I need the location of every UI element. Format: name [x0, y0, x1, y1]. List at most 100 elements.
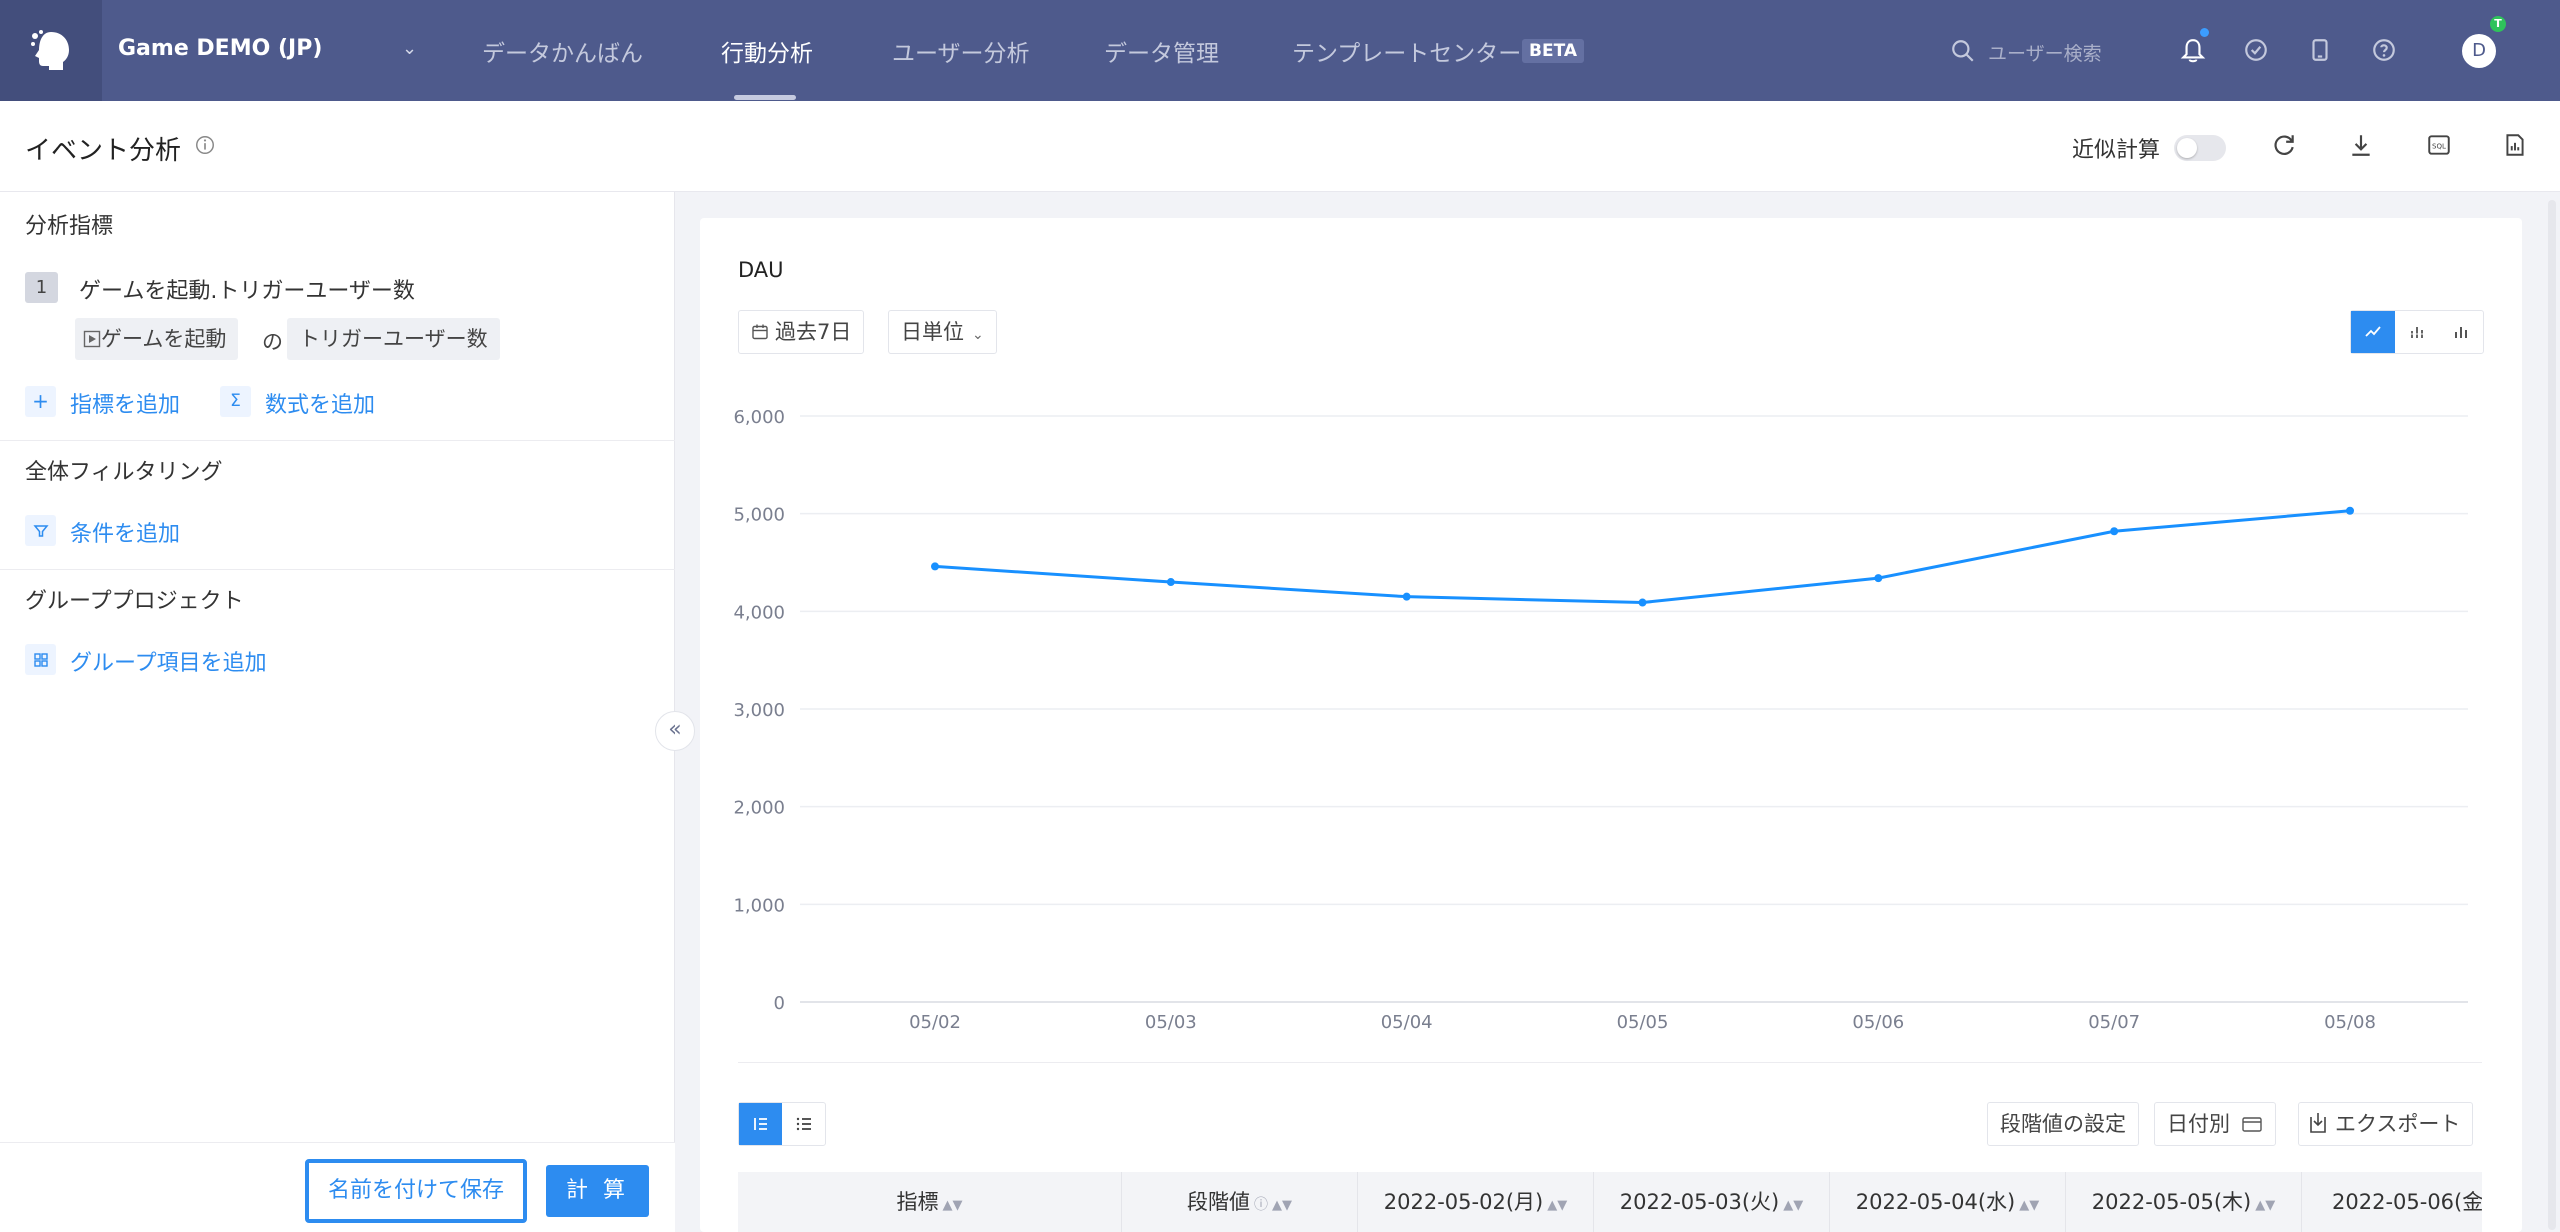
event-chip[interactable]: ゲームを起動 — [75, 318, 239, 360]
date-range-label: 過去7日 — [775, 320, 852, 344]
metric-index-badge: 1 — [25, 272, 58, 303]
add-condition-link[interactable]: 条件を追加 — [70, 516, 180, 548]
sort-icon[interactable]: ▲▼ — [1272, 1198, 1292, 1213]
check-circle-icon[interactable] — [2243, 37, 2269, 63]
table-header-threshold[interactable]: 段階値 ⓘ ▲▼ — [1122, 1172, 1358, 1232]
user-search-input[interactable]: ユーザー検索 — [1988, 39, 2102, 66]
tab-behavior-analysis[interactable]: 行動分析 — [721, 34, 813, 68]
help-icon[interactable] — [2371, 37, 2397, 63]
x-tick-label: 05/06 — [1852, 1012, 1904, 1033]
header-label: 指標 — [896, 1190, 939, 1214]
table-header-date[interactable]: 2022-05-02(月) ▲▼ — [1358, 1172, 1594, 1232]
data-point — [2110, 527, 2119, 536]
calendar-icon — [752, 324, 768, 340]
x-tick-label: 05/07 — [2088, 1012, 2140, 1033]
search-icon[interactable] — [1950, 38, 1976, 64]
y-tick-label: 1,000 — [733, 895, 785, 916]
collapse-panel-icon[interactable]: « — [655, 711, 695, 751]
table-header-row: 指標 ▲▼ 段階値 ⓘ ▲▼ 2022-05-02(月) ▲▼ 2022-05-03(火… — [738, 1172, 2482, 1232]
avatar-badge: T — [2490, 16, 2506, 32]
table-header-date[interactable]: 2022-05-05(木) ▲▼ — [2066, 1172, 2302, 1232]
avatar[interactable]: D — [2462, 34, 2496, 68]
data-point — [931, 562, 939, 571]
bar-chart-icon[interactable] — [2439, 311, 2483, 353]
filter-icon[interactable] — [25, 515, 56, 546]
analysis-card: DAU 過去7日 日単位 ⌄ 6,000 5,000 4,000 3,000 2,000 1… — [700, 218, 2522, 1232]
chart-type-switch — [2350, 310, 2484, 354]
download-icon[interactable] — [2348, 132, 2374, 158]
sql-icon[interactable]: SQL — [2426, 132, 2452, 158]
page-title: イベント分析 — [25, 136, 182, 166]
chevron-down-icon[interactable]: ⌄ — [402, 38, 417, 59]
line-chart-icon[interactable] — [2351, 311, 2395, 353]
calculate-button[interactable]: 計 算 — [546, 1165, 649, 1217]
sigma-icon[interactable]: Σ — [220, 386, 251, 417]
left-bottom-bar: 名前を付けて保存 計 算 — [0, 1142, 675, 1232]
tree-list-icon[interactable] — [739, 1103, 782, 1145]
y-tick-label: 0 — [774, 993, 785, 1014]
grid-icon[interactable] — [25, 644, 56, 675]
list-icon[interactable] — [782, 1103, 825, 1145]
add-formula-link[interactable]: 数式を追加 — [265, 387, 375, 419]
tab-template-center[interactable]: テンプレートセンター — [1292, 34, 1521, 68]
granularity-select[interactable]: 日単位 ⌄ — [888, 310, 997, 354]
event-icon — [83, 330, 101, 348]
scrollbar-thumb[interactable] — [2548, 200, 2556, 1230]
divider — [738, 1062, 2482, 1063]
y-tick-label: 5,000 — [733, 505, 785, 526]
table-header-date[interactable]: 2022-05-06(金) — [2302, 1172, 2482, 1232]
group-section-title: グループプロジェクト — [25, 589, 244, 614]
measure-chip[interactable]: トリガーユーザー数 — [287, 318, 500, 360]
by-date-button[interactable]: 日付別 — [2154, 1102, 2276, 1146]
sort-icon[interactable]: ▲▼ — [943, 1198, 963, 1213]
header-label: 2022-05-06(金) — [2332, 1190, 2482, 1214]
sort-icon[interactable]: ▲▼ — [2255, 1198, 2275, 1213]
app-logo[interactable] — [0, 0, 102, 101]
export-button[interactable]: エクスポート — [2298, 1102, 2474, 1146]
tab-data-management[interactable]: データ管理 — [1104, 34, 1219, 68]
toggle-knob — [2177, 138, 2197, 158]
header-label: 2022-05-02(月) — [1383, 1190, 1544, 1214]
top-nav: Game DEMO (JP) ⌄ データかんばん 行動分析 ユーザー分析 データ… — [0, 0, 2560, 101]
divider — [0, 440, 675, 441]
add-metric-link[interactable]: 指標を追加 — [70, 387, 180, 419]
sort-icon[interactable]: ▲▼ — [1547, 1198, 1567, 1213]
metric-label[interactable]: ゲームを起動.トリガーユーザー数 — [79, 273, 415, 305]
y-tick-label: 4,000 — [733, 602, 785, 623]
header-label: 2022-05-03(火) — [1619, 1190, 1780, 1214]
stacked-bar-icon[interactable] — [2395, 311, 2439, 353]
y-tick-label: 3,000 — [733, 700, 785, 721]
chart-title: DAU — [738, 258, 784, 282]
table-header-date[interactable]: 2022-05-03(火) ▲▼ — [1594, 1172, 1830, 1232]
threshold-settings-button[interactable]: 段階値の設定 — [1987, 1102, 2139, 1146]
sort-icon[interactable]: ▲▼ — [2019, 1198, 2039, 1213]
date-range-button[interactable]: 過去7日 — [738, 310, 865, 354]
table-header-date[interactable]: 2022-05-04(水) ▲▼ — [1830, 1172, 2066, 1232]
approx-calc-toggle[interactable] — [2174, 135, 2226, 161]
connector-text: の — [262, 330, 283, 354]
info-icon[interactable]: ⓘ — [1254, 1197, 1268, 1213]
save-as-button[interactable]: 名前を付けて保存 — [305, 1159, 527, 1223]
tablet-icon[interactable] — [2307, 37, 2333, 63]
bell-icon[interactable] — [2180, 37, 2206, 65]
tab-data-board[interactable]: データかんばん — [482, 34, 643, 68]
report-icon[interactable] — [2502, 132, 2528, 158]
export-label: エクスポート — [2335, 1112, 2461, 1136]
table-view-switch — [738, 1102, 826, 1146]
refresh-icon[interactable] — [2271, 132, 2297, 158]
project-name[interactable]: Game DEMO (JP) — [118, 36, 322, 61]
sort-icon[interactable]: ▲▼ — [1783, 1198, 1803, 1213]
data-point — [2346, 506, 2354, 515]
dau-line-chart: 6,000 5,000 4,000 3,000 2,000 1,000 0 05/02 05/0… — [733, 407, 2468, 1033]
series-line — [934, 509, 2351, 605]
x-tick-label: 05/04 — [1381, 1012, 1433, 1033]
notification-dot — [2200, 28, 2209, 37]
add-group-link[interactable]: グループ項目を追加 — [70, 645, 267, 677]
event-name: ゲームを起動 — [101, 327, 227, 351]
data-point — [1166, 578, 1175, 587]
table-header-metric[interactable]: 指標 ▲▼ — [738, 1172, 1122, 1232]
plus-icon[interactable]: + — [25, 386, 56, 417]
left-panel: 分析指標 1 ゲームを起動.トリガーユーザー数 ゲームを起動 の トリガーユーザ… — [0, 192, 675, 1232]
info-icon[interactable] — [194, 134, 216, 156]
tab-user-analysis[interactable]: ユーザー分析 — [892, 34, 1030, 68]
